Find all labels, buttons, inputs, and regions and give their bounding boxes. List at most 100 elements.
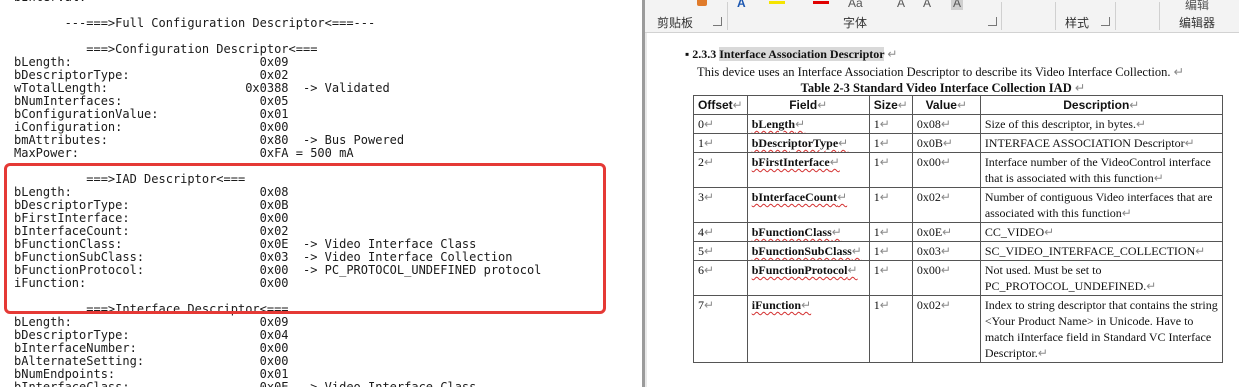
shrink-font-icon[interactable]: A	[923, 0, 931, 10]
cell-mark: ↵	[1184, 136, 1195, 150]
cell-value[interactable]: 0x03↵	[911, 241, 981, 261]
cell-field-text: iFunction	[751, 298, 802, 312]
cell-offset[interactable]: 2↵	[693, 152, 748, 188]
cell-field[interactable]: bDescriptorType↵	[746, 133, 870, 153]
grow-font-icon[interactable]: A	[897, 0, 905, 10]
cell-description[interactable]: Size of this descriptor, in bytes.↵	[979, 114, 1223, 134]
cell-description-text: INTERFACE ASSOCIATION Descriptor	[984, 136, 1185, 150]
cell-offset[interactable]: 1↵	[693, 133, 748, 153]
cell-offset[interactable]: 5↵	[693, 241, 748, 261]
table-row: 3↵ bInterfaceCount↵ 1↵ 0x02↵ Number of conti…	[693, 187, 1223, 223]
editing-icon[interactable]: 编辑	[1185, 0, 1209, 13]
document-area[interactable]: ▪ 2.3.3 Interface Association Descriptor…	[645, 33, 1239, 387]
cell-description[interactable]: INTERFACE ASSOCIATION Descriptor↵	[979, 133, 1223, 153]
cell-mark: ↵	[831, 225, 842, 239]
header-size: Size↵	[868, 95, 913, 115]
cell-field-text: bFunctionProtocol	[751, 263, 848, 277]
cell-field[interactable]: bFunctionClass↵	[746, 222, 870, 242]
character-shading-icon[interactable]: A	[951, 0, 964, 10]
ribbon-separator	[1115, 2, 1116, 30]
cell-mark: ↵	[879, 298, 890, 312]
cell-value-text: 0x0E	[916, 225, 943, 239]
cell-mark: ↵	[940, 155, 951, 169]
cell-offset[interactable]: 6↵	[693, 260, 748, 296]
cell-value[interactable]: 0x0B↵	[911, 133, 981, 153]
clipboard-launcher-icon[interactable]: launcher	[713, 17, 722, 26]
cell-mark: ↵	[704, 225, 715, 239]
font-launcher-icon[interactable]: launcher	[988, 17, 997, 26]
ribbon-group-styles-label: 样式	[1065, 16, 1090, 30]
cell-field[interactable]: bLength↵	[746, 114, 870, 134]
cell-mark: ↵	[879, 225, 890, 239]
cell-description[interactable]: Not used. Must be set to PC_PROTOCOL_UND…	[979, 260, 1223, 296]
cell-field-text: bFirstInterface	[751, 155, 830, 169]
cell-value[interactable]: 0x02↵	[911, 187, 981, 223]
cell-mark: ↵	[879, 117, 890, 131]
ribbon-separator	[1055, 2, 1056, 30]
cell-mark: ↵	[942, 136, 953, 150]
paste-icon[interactable]	[697, 0, 707, 6]
cell-field-text: bDescriptorType	[751, 136, 839, 150]
font-color-icon[interactable]	[813, 1, 829, 4]
cell-mark: ↵	[847, 263, 858, 277]
change-case-icon[interactable]: Aa	[848, 0, 863, 10]
cell-field-text: bInterfaceCount	[751, 190, 838, 204]
cell-description[interactable]: CC_VIDEO↵	[979, 222, 1223, 242]
cell-size[interactable]: 1↵	[868, 260, 913, 296]
cell-size[interactable]: 1↵	[868, 295, 913, 363]
table-row: 1↵ bDescriptorType↵ 1↵ 0x0B↵ INTERFACE ASSOC…	[693, 133, 1223, 153]
cell-mark: ↵	[940, 298, 951, 312]
word-ribbon: 剪贴板 launcher A Aa A A A 字体 launcher 样式 l…	[645, 0, 1239, 33]
cell-mark: ↵	[704, 155, 715, 169]
table-row: 2↵ bFirstInterface↵ 1↵ 0x00↵ Interface numbe…	[693, 152, 1223, 188]
cell-offset[interactable]: 7↵	[693, 295, 748, 363]
cell-description-text: CC_VIDEO	[984, 225, 1045, 239]
cell-field[interactable]: bFirstInterface↵	[746, 152, 870, 188]
cell-field[interactable]: bFunctionSubClass↵	[746, 241, 870, 261]
highlight-color-icon[interactable]	[769, 1, 785, 4]
text-effects-icon[interactable]: A	[737, 0, 746, 10]
cell-size[interactable]: 1↵	[868, 152, 913, 188]
cell-size[interactable]: 1↵	[868, 114, 913, 134]
document-page[interactable]: ▪ 2.3.3 Interface Association Descriptor…	[647, 33, 1239, 387]
styles-launcher-icon[interactable]: launcher	[1101, 17, 1110, 26]
cell-description[interactable]: SC_VIDEO_INTERFACE_COLLECTION↵	[979, 241, 1223, 261]
cell-value-text: 0x00	[916, 155, 941, 169]
cell-value[interactable]: 0x0E↵	[911, 222, 981, 242]
header-value: Value↵	[911, 95, 981, 115]
cell-size[interactable]: 1↵	[868, 222, 913, 242]
intro-paragraph: This device uses an Interface Associatio…	[697, 64, 1184, 80]
cell-mark: ↵	[940, 190, 951, 204]
paragraph-mark: ↵	[1074, 81, 1086, 95]
cell-description-text: Number of contiguous Video interfaces th…	[984, 190, 1213, 220]
cell-value[interactable]: 0x00↵	[911, 260, 981, 296]
cell-mark: ↵	[1121, 206, 1132, 220]
ribbon-separator	[1001, 2, 1002, 30]
cell-size[interactable]: 1↵	[868, 241, 913, 261]
dump-line: MaxPower: 0xFA = 500 mA	[14, 146, 354, 160]
cell-offset[interactable]: 4↵	[693, 222, 748, 242]
cell-offset[interactable]: 0↵	[693, 114, 748, 134]
cell-size[interactable]: 1↵	[868, 133, 913, 153]
cell-field-text: bLength	[751, 117, 796, 131]
cell-description[interactable]: Interface number of the VideoControl int…	[979, 152, 1223, 188]
cell-value[interactable]: 0x02↵	[911, 295, 981, 363]
cell-value-text: 0x02	[916, 190, 941, 204]
cell-value-text: 0x02	[916, 298, 941, 312]
cell-value[interactable]: 0x08↵	[911, 114, 981, 134]
cell-description-text: Not used. Must be set to PC_PROTOCOL_UND…	[984, 263, 1147, 293]
section-heading: ▪ 2.3.3 Interface Association Descriptor…	[685, 47, 897, 62]
cell-offset[interactable]: 3↵	[693, 187, 748, 223]
cell-field[interactable]: bInterfaceCount↵	[746, 187, 870, 223]
descriptor-dump-pane[interactable]: bInterval: ---===>Full Configuration Des…	[0, 0, 643, 387]
cell-value[interactable]: 0x00↵	[911, 152, 981, 188]
cell-value-text: 0x08	[916, 117, 941, 131]
ribbon-group-font-label: 字体	[843, 16, 868, 30]
cell-description[interactable]: Number of contiguous Video interfaces th…	[979, 187, 1223, 223]
cell-field[interactable]: iFunction↵	[746, 295, 870, 363]
cell-description[interactable]: Index to string descriptor that contains…	[979, 295, 1223, 363]
cell-value-text: 0x00	[916, 263, 941, 277]
word-document-pane: 剪贴板 launcher A Aa A A A 字体 launcher 样式 l…	[645, 0, 1239, 387]
cell-field[interactable]: bFunctionProtocol↵	[746, 260, 870, 296]
cell-size[interactable]: 1↵	[868, 187, 913, 223]
